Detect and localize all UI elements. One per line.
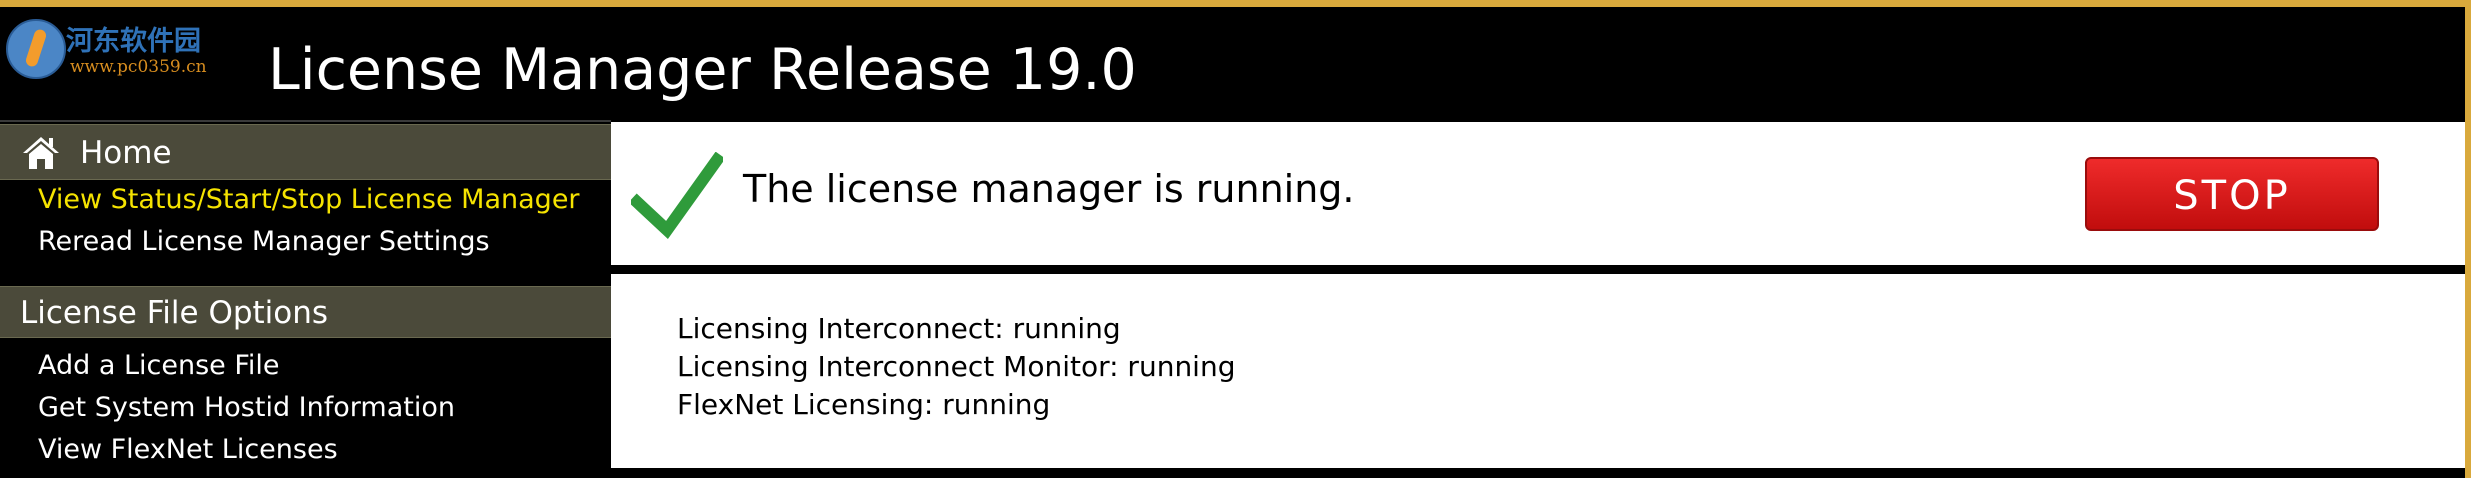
checkmark-icon <box>631 152 723 240</box>
services-panel: Licensing Interconnect: running Licensin… <box>611 274 2465 468</box>
sidebar-license-file-options-label: License File Options <box>20 295 329 331</box>
status-message: The license manager is running. <box>743 167 1355 211</box>
sidebar-item-reread-settings[interactable]: Reread License Manager Settings <box>38 226 490 257</box>
sidebar-item-view-flexnet-licenses[interactable]: View FlexNet Licenses <box>38 434 338 465</box>
stop-button[interactable]: STOP <box>2085 157 2379 231</box>
right-border <box>2465 0 2471 478</box>
service-status-interconnect-monitor: Licensing Interconnect Monitor: running <box>677 350 1236 383</box>
sidebar-item-view-status[interactable]: View Status/Start/Stop License Manager <box>38 184 580 215</box>
panel-separator <box>611 265 2465 274</box>
status-panel: The license manager is running. STOP <box>611 122 2465 265</box>
watermark-url: www.pc0359.cn <box>70 57 207 77</box>
panel-bottom-separator <box>611 468 2465 478</box>
service-status-interconnect: Licensing Interconnect: running <box>677 312 1121 345</box>
sidebar: Home View Status/Start/Stop License Mana… <box>0 122 611 478</box>
top-border <box>0 0 2471 7</box>
home-icon <box>23 137 59 169</box>
sidebar-section-license-file-options: License File Options <box>0 286 611 338</box>
watermark-logo: 河东软件园 www.pc0359.cn <box>4 15 224 85</box>
sidebar-section-home[interactable]: Home <box>0 124 611 180</box>
logo-icon <box>6 19 66 79</box>
sidebar-item-add-license-file[interactable]: Add a License File <box>38 350 280 381</box>
sidebar-home-label: Home <box>80 135 172 171</box>
service-status-flexnet: FlexNet Licensing: running <box>677 388 1051 421</box>
app-header: 河东软件园 www.pc0359.cn License Manager Rele… <box>0 7 2465 120</box>
service-status-list: Licensing Interconnect: running Licensin… <box>677 310 1235 424</box>
watermark-text: 河东软件园 <box>66 26 201 57</box>
page-title: License Manager Release 19.0 <box>268 37 1137 103</box>
sidebar-item-get-hostid[interactable]: Get System Hostid Information <box>38 392 455 423</box>
